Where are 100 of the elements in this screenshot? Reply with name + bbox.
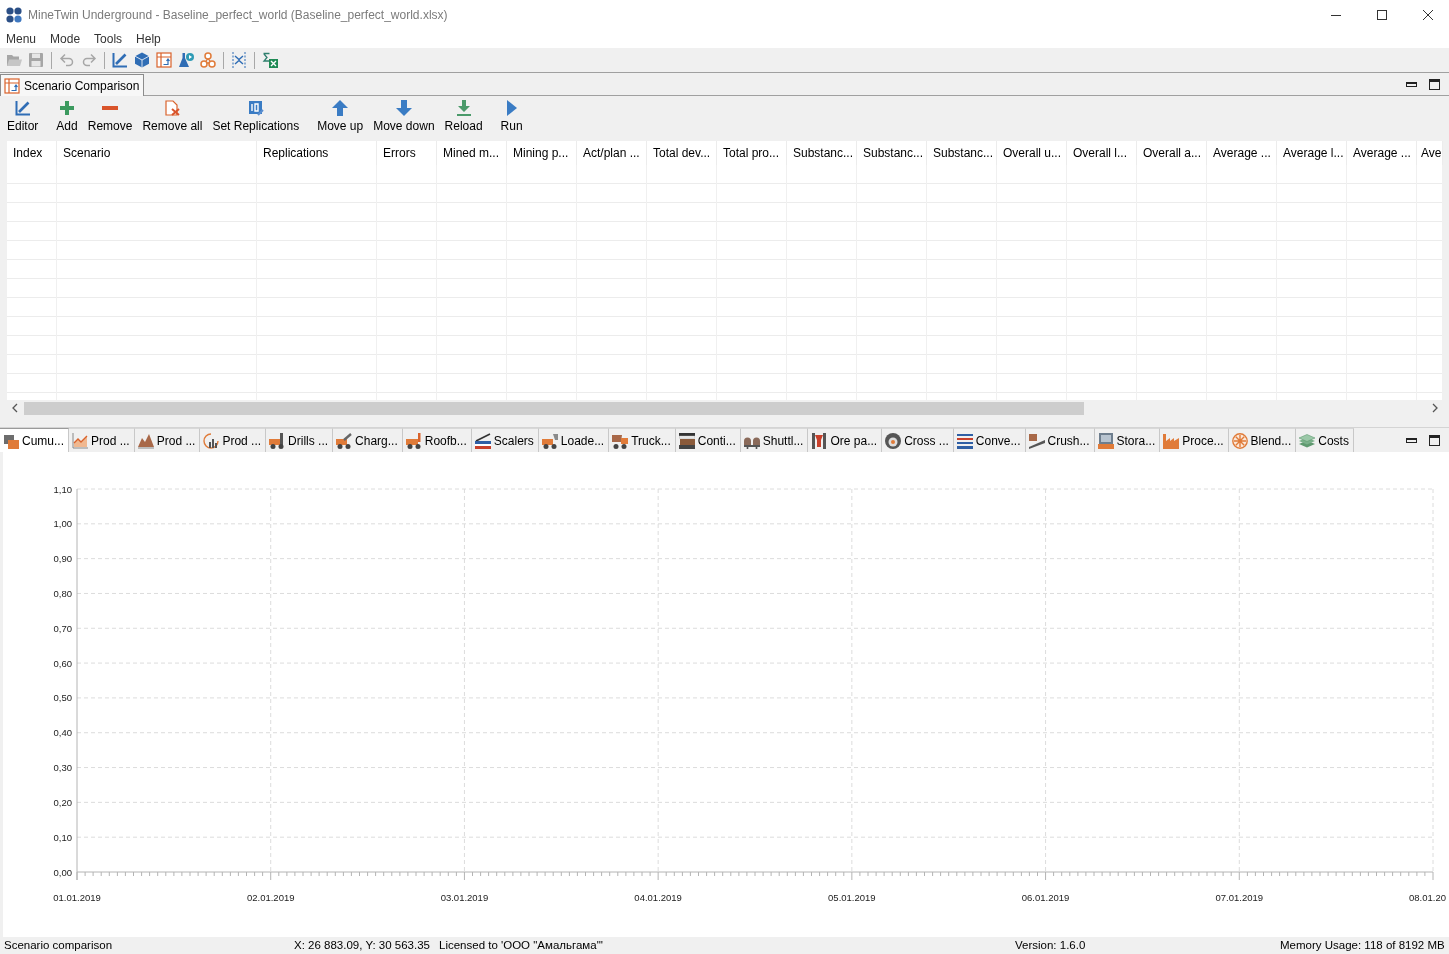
status-text: Scenario comparison bbox=[4, 938, 114, 953]
y-axis-label: 0,30 bbox=[53, 762, 72, 774]
chart-tab[interactable]: Loade... bbox=[538, 428, 610, 452]
move-up-button[interactable]: Move up bbox=[312, 100, 369, 133]
chart-tab[interactable]: Prod ... bbox=[200, 428, 267, 452]
layered-machine-icon bbox=[678, 432, 695, 449]
remove-button[interactable]: Remove bbox=[82, 100, 138, 133]
chart-tab[interactable]: Crush... bbox=[1025, 428, 1095, 452]
table-arrow-icon bbox=[4, 77, 20, 94]
minimize-panel-icon[interactable] bbox=[1406, 437, 1417, 443]
chart-tab[interactable]: Blend... bbox=[1228, 428, 1297, 452]
angle-pencil-icon bbox=[112, 52, 128, 68]
chart-tab[interactable]: Prod ... bbox=[134, 428, 201, 452]
toolbar-button[interactable] bbox=[153, 49, 175, 71]
save-icon bbox=[28, 52, 44, 68]
conveyor-icon bbox=[956, 432, 973, 449]
reload-button[interactable]: Reload bbox=[439, 100, 488, 133]
chart-tab[interactable]: Cumu... bbox=[0, 428, 69, 452]
chart-tab[interactable]: Ore pa... bbox=[808, 428, 883, 452]
x-between-dotted-lines-icon bbox=[231, 52, 247, 68]
dump-truck-icon bbox=[612, 432, 629, 449]
flask-play-icon bbox=[178, 52, 194, 68]
run-button[interactable]: Run bbox=[495, 100, 528, 133]
menu-item[interactable]: Mode bbox=[44, 30, 88, 48]
move-down-button[interactable]: Move down bbox=[368, 100, 440, 133]
chart-tab[interactable]: Stora... bbox=[1094, 428, 1161, 452]
boxes-icon bbox=[3, 432, 19, 449]
status-text: Licensed to 'ООО "Амальгама"' bbox=[439, 938, 604, 953]
drill-rig-icon bbox=[269, 432, 286, 449]
menu-item[interactable]: Tools bbox=[88, 30, 130, 48]
open-folder-icon bbox=[6, 52, 22, 68]
loader-icon bbox=[541, 432, 558, 449]
x-axis-label: 05.01.2019 bbox=[828, 892, 876, 903]
minimize-panel-icon[interactable] bbox=[1406, 81, 1417, 87]
chart-tab[interactable]: Shuttl... bbox=[740, 428, 809, 452]
funnel-icon bbox=[811, 432, 828, 449]
scrollbar-thumb[interactable] bbox=[24, 401, 1084, 415]
y-axis-label: 0,50 bbox=[53, 692, 72, 704]
y-axis-label: 0,60 bbox=[53, 657, 72, 669]
striped-platform-icon bbox=[474, 432, 491, 449]
factory-icon bbox=[1163, 432, 1180, 449]
sigma-sheet-icon bbox=[262, 52, 278, 68]
maximize-icon[interactable] bbox=[1377, 10, 1387, 20]
menu-item[interactable]: Help bbox=[130, 30, 168, 48]
play-icon bbox=[506, 100, 517, 116]
x-axis-label: 08.01.20 bbox=[1409, 892, 1446, 903]
redo-icon bbox=[81, 52, 97, 68]
status-text: Version: 1.6.0 bbox=[1015, 938, 1087, 953]
chart-tab[interactable]: Roofb... bbox=[402, 428, 472, 452]
x-axis-label: 01.01.2019 bbox=[53, 892, 101, 903]
minimize-icon[interactable] bbox=[1331, 14, 1341, 16]
chart-tab[interactable]: Prod ... bbox=[69, 428, 135, 452]
undo-icon bbox=[59, 52, 75, 68]
y-axis-label: 0,80 bbox=[53, 587, 72, 599]
chart-tab[interactable]: Drills ... bbox=[266, 428, 334, 452]
mast-vehicle-icon bbox=[405, 432, 422, 449]
maximize-panel-icon[interactable] bbox=[1429, 434, 1440, 446]
download-arrow-icon bbox=[455, 100, 472, 116]
table-arrow-icon bbox=[156, 52, 172, 68]
y-axis-label: 1,00 bbox=[53, 518, 72, 530]
maximize-panel-icon[interactable] bbox=[1429, 78, 1440, 90]
x-axis-label: 06.01.2019 bbox=[1021, 892, 1070, 903]
boom-vehicle-icon bbox=[336, 432, 353, 449]
chart-tab[interactable]: Cross ... bbox=[882, 428, 954, 452]
y-axis-label: 0,10 bbox=[53, 831, 72, 843]
status-text: X: 26 883.09, Y: 30 563.35 bbox=[294, 938, 431, 953]
area-chart-icon bbox=[72, 432, 88, 449]
remove-all-button[interactable]: Remove all bbox=[137, 100, 208, 133]
mountain-chart-icon bbox=[137, 432, 154, 449]
document-x-icon bbox=[164, 100, 181, 116]
chart-tab[interactable]: Costs bbox=[1296, 428, 1354, 452]
chart-tab[interactable]: Conti... bbox=[675, 428, 741, 452]
x-axis-label: 07.01.2019 bbox=[1215, 892, 1264, 903]
arrow-up-icon bbox=[332, 100, 349, 116]
y-axis-label: 0,90 bbox=[53, 553, 72, 565]
menu-item[interactable]: Menu bbox=[0, 30, 44, 48]
chart-tab[interactable]: Conve... bbox=[953, 428, 1026, 452]
spoked-wheel-icon bbox=[1231, 432, 1248, 449]
angle-pencil-icon bbox=[14, 100, 31, 116]
gauge-chart-icon bbox=[203, 432, 220, 449]
x-axis-label: 03.01.2019 bbox=[440, 892, 489, 903]
minus-icon bbox=[102, 106, 119, 110]
wheel-icon bbox=[885, 432, 902, 449]
window-title: MineTwin Underground - Baseline_perfect_world (Baseline_perfect_world.xlsx) bbox=[28, 8, 448, 22]
toolbar-button[interactable] bbox=[197, 49, 219, 71]
chart-tab[interactable]: Scalers bbox=[471, 428, 539, 452]
stacked-layers-icon bbox=[1299, 432, 1316, 449]
app-logo-icon bbox=[6, 7, 22, 23]
cube-icon bbox=[134, 52, 150, 68]
editor-button[interactable]: Editor bbox=[2, 100, 44, 133]
close-icon[interactable] bbox=[1423, 10, 1433, 20]
chart-tab[interactable]: Proce... bbox=[1160, 428, 1229, 452]
add-button[interactable]: Add bbox=[51, 100, 83, 133]
chart-tab[interactable]: Truck... bbox=[609, 428, 676, 452]
y-axis-label: 1,10 bbox=[53, 483, 72, 495]
chart-tab[interactable]: Charg... bbox=[333, 428, 403, 452]
y-axis-label: 0,20 bbox=[53, 796, 72, 808]
document-tab[interactable]: Scenario Comparison bbox=[0, 74, 145, 96]
set-replications-button[interactable]: Set Replications bbox=[207, 100, 305, 133]
storage-bin-icon bbox=[1097, 432, 1114, 449]
